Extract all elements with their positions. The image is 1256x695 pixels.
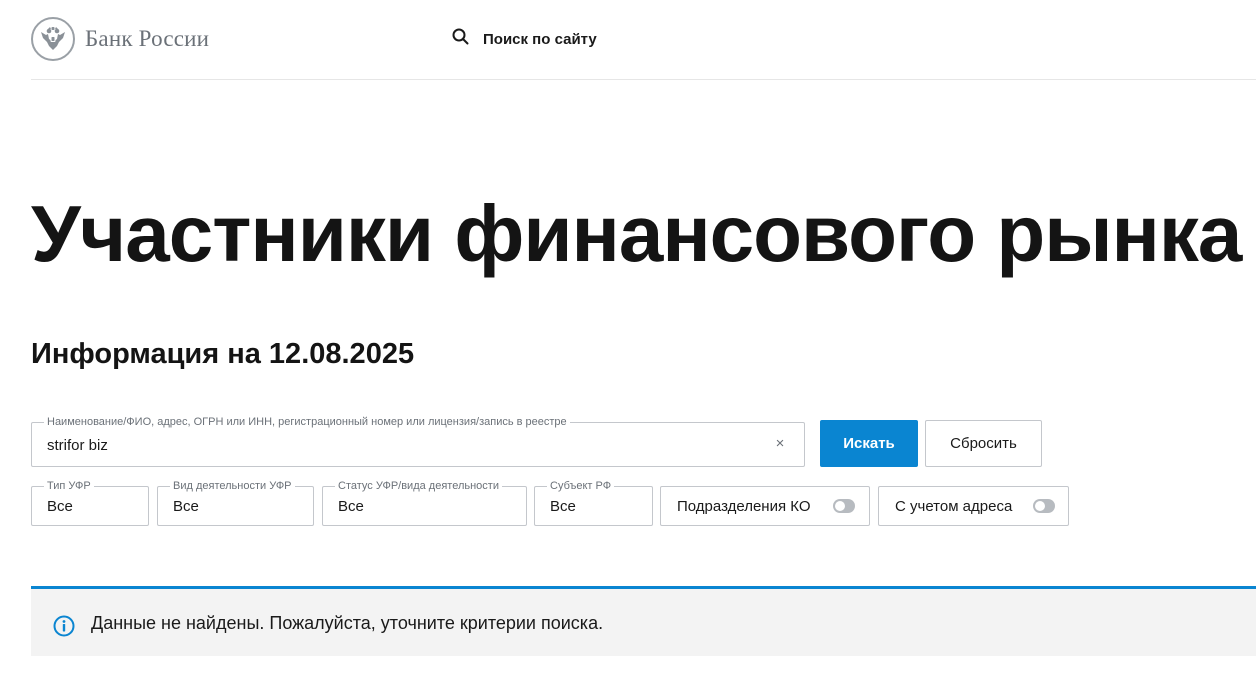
toggle-with-address[interactable]: С учетом адреса xyxy=(878,486,1069,526)
page-title: Участники финансового рынка xyxy=(31,189,1242,278)
site-search-label: Поиск по сайту xyxy=(483,30,597,48)
eagle-emblem-icon xyxy=(31,17,75,61)
info-icon xyxy=(53,615,75,637)
site-header: Банк России Поиск по сайту xyxy=(31,0,1256,80)
filter-ufr-type-value: Все xyxy=(47,498,73,515)
bank-logo[interactable]: Банк России xyxy=(31,16,209,62)
filter-activity-type-value: Все xyxy=(173,498,199,515)
filter-activity-type-legend: Вид деятельности УФР xyxy=(170,479,295,493)
filter-ufr-type[interactable]: Тип УФР Все xyxy=(31,479,149,526)
search-submit-button[interactable]: Искать xyxy=(820,420,918,467)
page-subtitle: Информация на 12.08.2025 xyxy=(31,338,415,370)
toggle-with-address-label: С учетом адреса xyxy=(895,497,1013,515)
filter-status-value: Все xyxy=(338,498,364,515)
toggle-ko-divisions-label: Подразделения КО xyxy=(677,497,811,515)
filter-ufr-type-legend: Тип УФР xyxy=(44,479,94,493)
clear-input-button[interactable]: × xyxy=(770,434,790,454)
filter-status[interactable]: Статус УФР/вида деятельности Все xyxy=(322,479,527,526)
toggle-ko-divisions[interactable]: Подразделения КО xyxy=(660,486,870,526)
filter-activity-type[interactable]: Вид деятельности УФР Все xyxy=(157,479,314,526)
logo-text: Банк России xyxy=(85,26,210,51)
search-input-value: strifor biz xyxy=(47,437,108,454)
site-search-button[interactable]: Поиск по сайту xyxy=(452,28,597,50)
filter-region[interactable]: Субъект РФ Все xyxy=(534,479,653,526)
toggle-knob xyxy=(835,501,845,511)
toggle-ko-divisions-switch[interactable] xyxy=(833,499,855,513)
search-input-legend: Наименование/ФИО, адрес, ОГРН или ИНН, р… xyxy=(44,415,570,429)
reset-button[interactable]: Сбросить xyxy=(925,420,1042,467)
no-results-alert: Данные не найдены. Пожалуйста, уточните … xyxy=(31,586,1256,656)
search-input[interactable]: Наименование/ФИО, адрес, ОГРН или ИНН, р… xyxy=(31,415,805,467)
alert-message: Данные не найдены. Пожалуйста, уточните … xyxy=(91,613,604,633)
toggle-with-address-switch[interactable] xyxy=(1033,499,1055,513)
filter-status-legend: Статус УФР/вида деятельности xyxy=(335,479,502,493)
search-icon xyxy=(452,28,469,50)
toggle-knob xyxy=(1035,501,1045,511)
filter-region-legend: Субъект РФ xyxy=(547,479,615,493)
filter-region-value: Все xyxy=(550,498,576,515)
